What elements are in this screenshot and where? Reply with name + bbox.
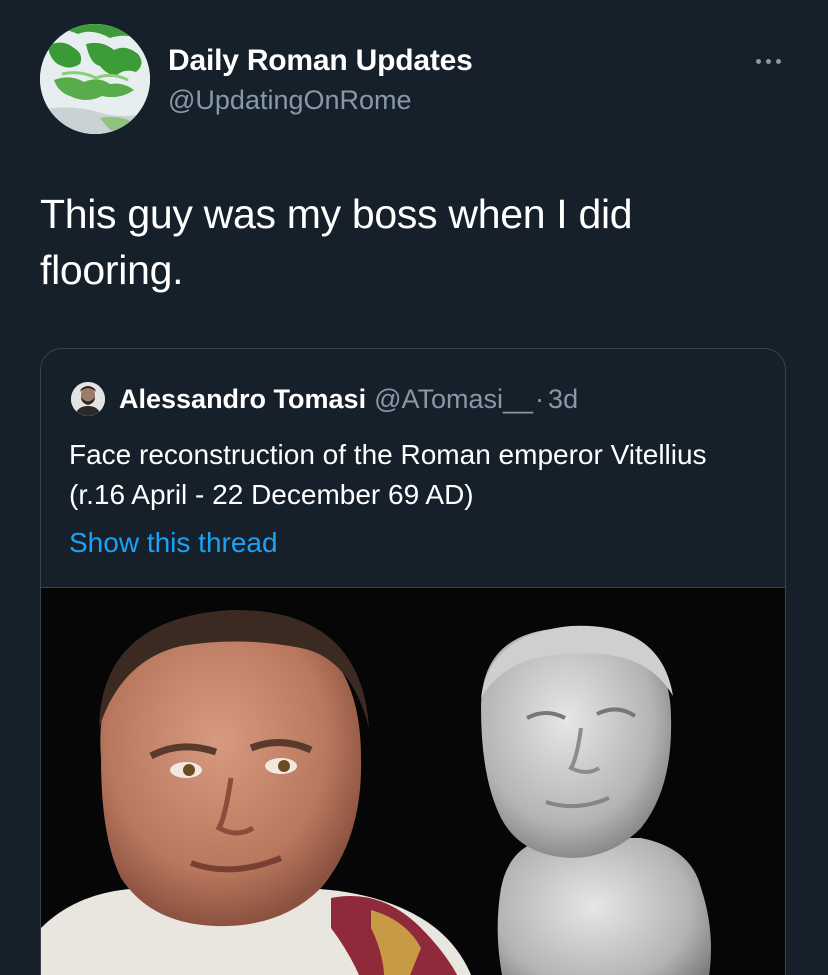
quoted-tweet-header: Alessandro Tomasi @ATomasi__ · 3d: [71, 379, 578, 419]
person-avatar-icon: [71, 382, 105, 416]
show-thread-link[interactable]: Show this thread: [69, 527, 278, 559]
author-name[interactable]: Daily Roman Updates: [168, 44, 473, 78]
author-handle[interactable]: @UpdatingOnRome: [168, 85, 412, 116]
quoted-tweet-card[interactable]: Alessandro Tomasi @ATomasi__ · 3d Face r…: [40, 348, 786, 975]
quoted-author-name[interactable]: Alessandro Tomasi: [119, 384, 366, 415]
more-dot: [765, 58, 771, 64]
quoted-author-handle[interactable]: @ATomasi__: [374, 384, 533, 415]
quoted-timestamp[interactable]: 3d: [548, 384, 578, 415]
more-dot: [775, 58, 781, 64]
roman-empire-map-icon: [40, 24, 150, 134]
quoted-tweet-text: Face reconstruction of the Roman emperor…: [69, 439, 707, 510]
tweet-text: This guy was my boss when I did flooring…: [40, 191, 633, 293]
separator-dot: ·: [535, 383, 545, 414]
quoted-tweet-media[interactable]: [41, 587, 785, 975]
author-avatar[interactable]: [40, 24, 150, 134]
emperor-reconstruction-image: [41, 588, 785, 975]
more-dot: [755, 58, 761, 64]
more-options-icon[interactable]: [748, 46, 788, 76]
quoted-author-avatar[interactable]: [71, 382, 105, 416]
